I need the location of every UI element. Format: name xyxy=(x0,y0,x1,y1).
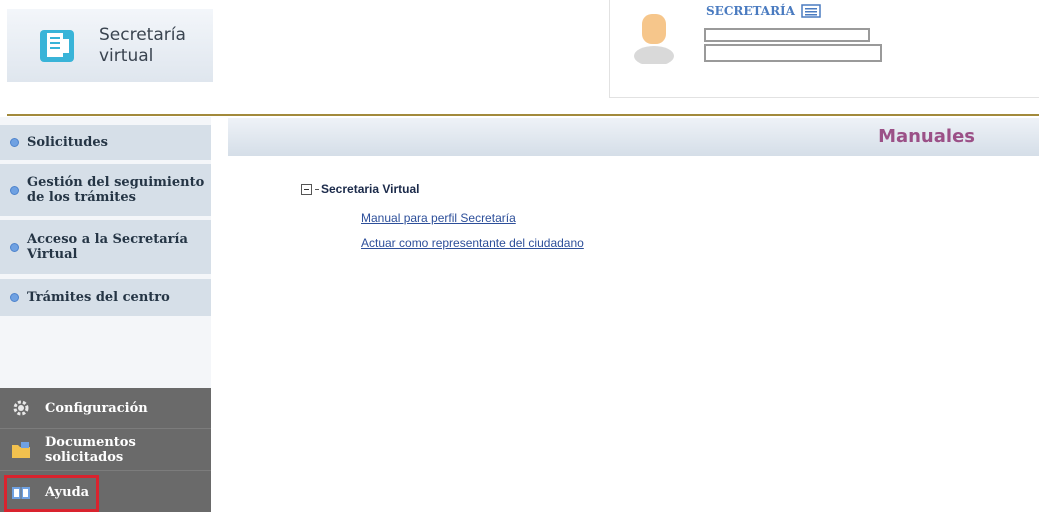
tree-root-label: Secretaria Virtual xyxy=(321,182,420,196)
bullet-icon xyxy=(10,293,19,302)
sidebar-item-label: Trámites del centro xyxy=(27,290,170,305)
app-logo[interactable]: Secretaría virtual xyxy=(7,9,213,82)
bullet-icon xyxy=(10,185,19,195)
sidebar-item-tramites-centro[interactable]: Trámites del centro xyxy=(0,279,211,316)
logo-line1: Secretaría xyxy=(99,25,186,45)
manual-perfil-secretaria-link[interactable]: Manual para perfil Secretaría xyxy=(361,211,516,225)
sidebar-item-label: Acceso a la Secretaría Virtual xyxy=(27,232,188,262)
user-panel: SECRETARÍA xyxy=(609,0,1039,98)
page-title: Manuales xyxy=(878,126,975,147)
logo-line2: virtual xyxy=(99,46,154,66)
manuals-tree: Secretaria Virtual xyxy=(301,182,420,196)
collapse-icon[interactable] xyxy=(301,183,312,195)
sidebar-item-label: Solicitudes xyxy=(27,135,108,150)
role-label[interactable]: SECRETARÍA xyxy=(706,4,795,18)
book-icon xyxy=(12,486,30,499)
gear-icon xyxy=(13,400,29,416)
role-line: SECRETARÍA xyxy=(706,4,821,18)
redacted-name xyxy=(704,28,870,42)
folder-icon xyxy=(12,442,30,458)
list-icon[interactable] xyxy=(801,4,821,18)
sidebar-item-label: Gestión del seguimiento de los trámites xyxy=(27,175,205,205)
header-divider xyxy=(7,114,1039,116)
logo-text: Secretaría virtual xyxy=(99,25,186,67)
tree-root[interactable]: Secretaria Virtual xyxy=(301,182,420,196)
menu-item-ayuda[interactable]: Ayuda xyxy=(0,472,211,513)
user-avatar-icon xyxy=(634,14,674,64)
sidebar-item-gestion-seguimiento[interactable]: Gestión del seguimiento de los trámites xyxy=(0,164,211,216)
menu-item-documentos-solicitados[interactable]: Documentos solicitados xyxy=(0,430,211,471)
sidebar-item-acceso-secretaria[interactable]: Acceso a la Secretaría Virtual xyxy=(0,220,211,274)
header-tab-edge xyxy=(216,118,228,156)
redacted-info xyxy=(704,44,882,62)
document-icon xyxy=(40,30,74,62)
actuar-representante-link[interactable]: Actuar como representante del ciudadano xyxy=(361,236,584,250)
content-header: Manuales xyxy=(216,118,1039,156)
bottom-menu: Configuración Documentos solicitados Ayu… xyxy=(0,388,211,512)
menu-item-label: Ayuda xyxy=(45,485,90,500)
sidebar-item-solicitudes[interactable]: Solicitudes xyxy=(0,125,211,160)
menu-item-label: Configuración xyxy=(45,400,148,416)
menu-item-configuracion[interactable]: Configuración xyxy=(0,388,211,429)
bullet-icon xyxy=(10,138,19,147)
menu-item-label: Documentos solicitados xyxy=(45,435,136,465)
bullet-icon xyxy=(10,242,19,252)
tree-connector xyxy=(315,188,319,190)
